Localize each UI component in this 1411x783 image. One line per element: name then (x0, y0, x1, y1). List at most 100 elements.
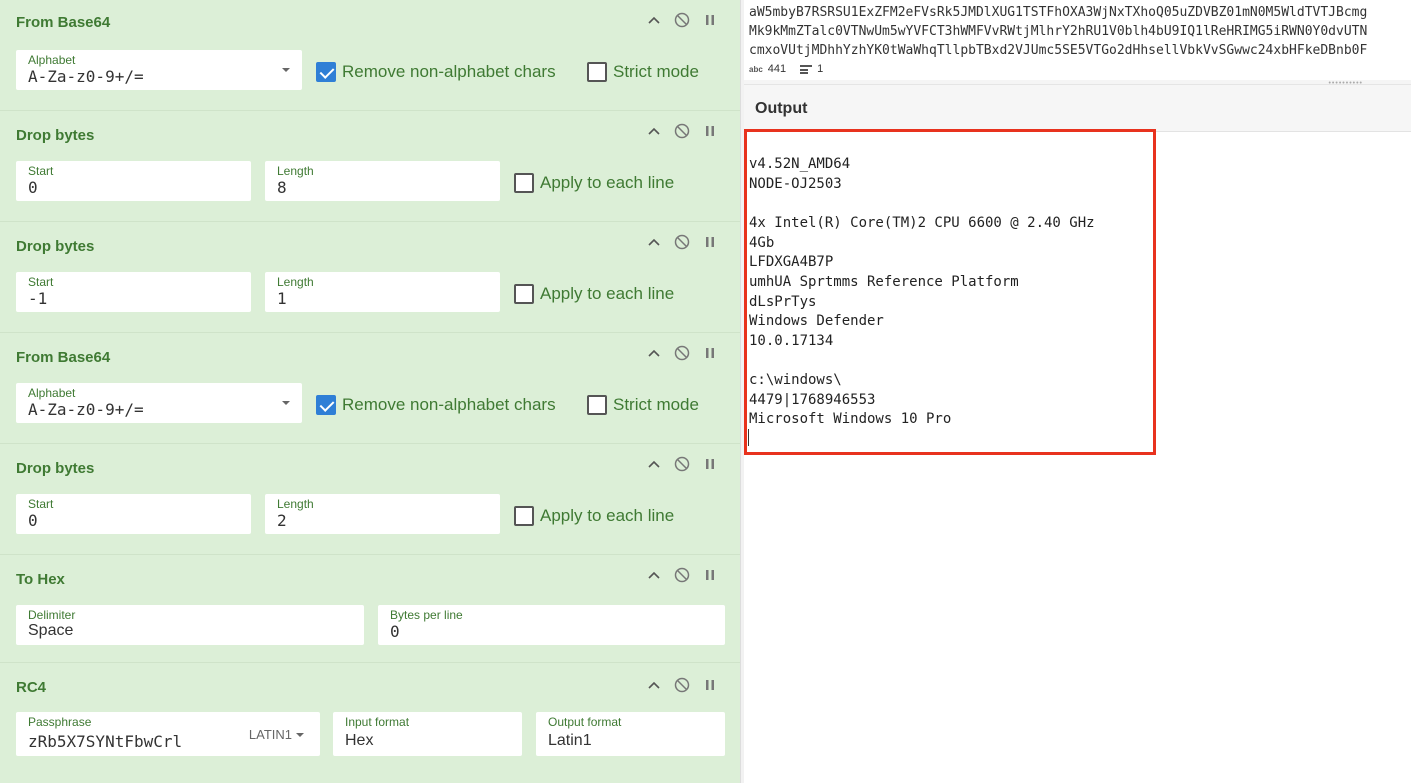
abc-icon: abc (749, 64, 763, 74)
apply-each-line-label: Apply to each line (540, 284, 675, 303)
operation-controls (646, 567, 718, 583)
recipe-panel: From Base64 Alphabet A-Za-z0-9+/= Remove… (0, 0, 740, 783)
output-pane[interactable]: v4.52N_AMD64 NODE-OJ2503 4x Intel(R) Cor… (744, 132, 1411, 783)
operation-title: From Base64 (16, 14, 111, 31)
output-line: v4.52N_AMD64 (749, 156, 851, 172)
input-text-line: Mk9kMmZTalc0VTNwUm5wYVFCT3hWMFVvRWtjMlhr… (749, 24, 1368, 39)
start-label: Start (28, 275, 54, 289)
operation-controls (646, 123, 718, 139)
chevron-up-icon[interactable] (646, 567, 662, 583)
pause-icon[interactable] (702, 12, 718, 28)
operation-from-base64: From Base64 Alphabet A-Za-z0-9+/= Remove… (0, 0, 740, 111)
input-format-select[interactable]: Input format Hex (333, 712, 522, 756)
pause-icon[interactable] (702, 234, 718, 250)
remove-non-alphabet-checkbox[interactable]: Remove non-alphabet chars (316, 395, 556, 415)
output-line: Microsoft Windows 10 Pro (749, 411, 952, 427)
input-status-bar: abc 441 1 (749, 63, 823, 75)
output-line: NODE-OJ2503 (749, 176, 842, 192)
start-label: Start (28, 164, 54, 178)
apply-each-line-label: Apply to each line (540, 173, 675, 192)
apply-each-line-checkbox[interactable]: Apply to each line (514, 506, 674, 526)
operation-drop-bytes: Drop bytes Start 0 Length 8 Apply to eac… (0, 111, 740, 222)
strict-mode-checkbox[interactable]: Strict mode (587, 62, 699, 82)
input-text-line: aW5mbyB7RSRSU1ExZFM2eFVsRk5JMDlXUG1TSTFh… (749, 5, 1368, 20)
checkbox-icon (587, 395, 607, 415)
remove-non-alphabet-checkbox[interactable]: Remove non-alphabet chars (316, 62, 556, 82)
delimiter-value: Space (28, 622, 74, 639)
start-field[interactable]: Start -1 (16, 272, 251, 312)
chevron-up-icon[interactable] (646, 677, 662, 693)
operation-drop-bytes: Drop bytes Start -1 Length 1 Apply to ea… (0, 222, 740, 333)
chevron-up-icon[interactable] (646, 12, 662, 28)
output-title: Output (755, 100, 808, 117)
bytes-per-line-label: Bytes per line (390, 608, 463, 622)
output-line: dLsPrTys (749, 294, 817, 310)
bytes-per-line-field[interactable]: Bytes per line 0 (378, 605, 725, 645)
char-count: abc 441 (749, 63, 786, 75)
checkbox-icon (514, 506, 534, 526)
length-field[interactable]: Length 1 (265, 272, 500, 312)
length-field[interactable]: Length 8 (265, 161, 500, 201)
disable-icon[interactable] (674, 345, 690, 361)
pause-icon[interactable] (702, 567, 718, 583)
length-label: Length (277, 164, 314, 178)
output-format-select[interactable]: Output format Latin1 (536, 712, 725, 756)
chevron-up-icon[interactable] (646, 345, 662, 361)
strict-mode-label: Strict mode (613, 395, 699, 414)
input-text-line: cmxoVUtjMDhhYzhYK0tWaWhqTllpbTBxd2VJUmc5… (749, 43, 1368, 58)
output-format-label: Output format (548, 715, 622, 729)
alphabet-select[interactable]: Alphabet A-Za-z0-9+/= (16, 50, 302, 90)
alphabet-select[interactable]: Alphabet A-Za-z0-9+/= (16, 383, 302, 423)
chevron-up-icon[interactable] (646, 456, 662, 472)
disable-icon[interactable] (674, 12, 690, 28)
passphrase-field[interactable]: Passphrase zRb5X7SYNtFbwCrl LATIN1 (16, 712, 320, 756)
input-pane[interactable]: aW5mbyB7RSRSU1ExZFM2eFVsRk5JMDlXUG1TSTFh… (744, 0, 1411, 82)
apply-each-line-checkbox[interactable]: Apply to each line (514, 173, 674, 193)
bytes-per-line-value: 0 (390, 622, 400, 641)
lines-icon (800, 64, 813, 74)
disable-icon[interactable] (674, 123, 690, 139)
output-line: LFDXGA4B7P (749, 254, 834, 270)
alphabet-label: Alphabet (28, 386, 76, 400)
output-line: 4x Intel(R) Core(TM)2 CPU 6600 @ 2.40 GH… (749, 215, 1095, 231)
output-header: Output (744, 85, 1411, 132)
remove-non-alphabet-label: Remove non-alphabet chars (342, 62, 556, 81)
pause-icon[interactable] (702, 345, 718, 361)
disable-icon[interactable] (674, 567, 690, 583)
strict-mode-checkbox[interactable]: Strict mode (587, 395, 699, 415)
length-value: 8 (277, 178, 287, 197)
delimiter-select[interactable]: Delimiter Space (16, 605, 364, 645)
disable-icon[interactable] (674, 677, 690, 693)
passphrase-encoding-select[interactable]: LATIN1 (249, 727, 304, 742)
checkbox-checked-icon (316, 395, 336, 415)
operation-title: From Base64 (16, 349, 111, 366)
input-format-label: Input format (345, 715, 410, 729)
chevron-up-icon[interactable] (646, 234, 662, 250)
operation-title: To Hex (16, 571, 65, 588)
output-line: 4479|1768946553 (749, 392, 876, 408)
apply-each-line-checkbox[interactable]: Apply to each line (514, 284, 674, 304)
pause-icon[interactable] (702, 456, 718, 472)
output-line: 10.0.17134 (749, 333, 834, 349)
checkbox-checked-icon (316, 62, 336, 82)
remove-non-alphabet-label: Remove non-alphabet chars (342, 395, 556, 414)
disable-icon[interactable] (674, 456, 690, 472)
output-line: 4Gb (749, 235, 775, 251)
disable-icon[interactable] (674, 234, 690, 250)
chevron-up-icon[interactable] (646, 123, 662, 139)
operation-controls (646, 677, 718, 693)
operation-title: Drop bytes (16, 127, 95, 144)
length-field[interactable]: Length 2 (265, 494, 500, 534)
pause-icon[interactable] (702, 123, 718, 139)
operation-controls (646, 12, 718, 28)
apply-each-line-label: Apply to each line (540, 506, 675, 525)
operation-title: Drop bytes (16, 238, 95, 255)
start-field[interactable]: Start 0 (16, 494, 251, 534)
operation-rc4: RC4 Passphrase zRb5X7SYNtFbwCrl LATIN1 I… (0, 663, 740, 783)
start-field[interactable]: Start 0 (16, 161, 251, 201)
start-label: Start (28, 497, 54, 511)
start-value: 0 (28, 178, 38, 197)
pause-icon[interactable] (702, 677, 718, 693)
delimiter-label: Delimiter (28, 608, 76, 622)
line-count-value: 1 (817, 63, 824, 75)
